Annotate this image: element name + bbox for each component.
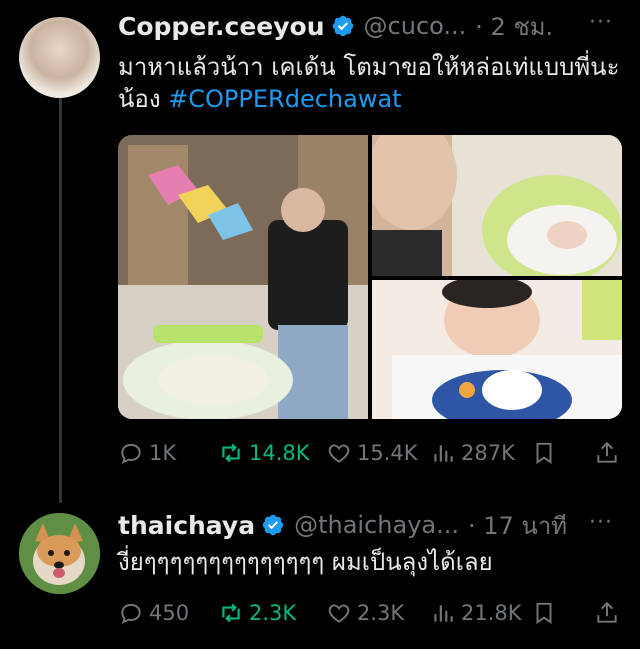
bookmark-button[interactable] xyxy=(531,600,557,626)
bookmark-icon xyxy=(536,602,552,625)
reply-time[interactable]: · 17 นาที xyxy=(468,506,567,545)
like-count: 15.4K xyxy=(357,441,418,465)
share-icon xyxy=(597,601,617,623)
reply-header: thaichaya @thaichaya... · 17 นาที xyxy=(118,509,567,541)
like-icon xyxy=(328,444,350,463)
reply-icon xyxy=(121,443,141,465)
like-button[interactable]: 2.3K xyxy=(326,600,404,626)
photo-selfie[interactable] xyxy=(372,135,622,276)
photo-baby-closeup[interactable] xyxy=(372,280,622,419)
views-icon xyxy=(434,445,453,462)
retweet-button[interactable]: 14.8K xyxy=(218,440,310,466)
reply-count: 1K xyxy=(149,441,177,465)
reply-button[interactable]: 1K xyxy=(118,440,176,466)
photo-nursery[interactable] xyxy=(118,135,368,419)
share-button[interactable] xyxy=(594,600,620,626)
views-button[interactable]: 287K xyxy=(430,440,515,466)
media-grid xyxy=(118,135,622,419)
bookmark-icon xyxy=(536,442,552,465)
bookmark-button[interactable] xyxy=(531,440,557,466)
reply-button[interactable]: 450 xyxy=(118,600,189,626)
like-icon xyxy=(328,604,350,623)
thread-connector-line xyxy=(59,98,62,503)
author-handle[interactable]: @thaichaya... xyxy=(294,511,459,539)
author-name[interactable]: thaichaya xyxy=(118,511,255,540)
share-icon xyxy=(597,441,617,463)
share-button[interactable] xyxy=(594,440,620,466)
reply-count: 450 xyxy=(149,601,190,625)
views-button[interactable]: 21.8K xyxy=(430,600,522,626)
retweet-icon xyxy=(222,443,240,463)
post-time[interactable]: · 2 ชม. xyxy=(475,7,553,46)
verified-badge-icon xyxy=(262,514,284,536)
views-icon xyxy=(434,605,453,622)
like-count: 2.3K xyxy=(357,601,405,625)
post-header: Copper.ceeyou @cuco... · 2 ชม. xyxy=(118,10,553,42)
avatar[interactable] xyxy=(19,17,100,98)
retweet-icon xyxy=(222,603,240,623)
author-handle[interactable]: @cuco... xyxy=(364,12,467,40)
views-count: 21.8K xyxy=(461,601,522,625)
author-name[interactable]: Copper.ceeyou xyxy=(118,12,325,41)
views-count: 287K xyxy=(461,441,515,465)
avatar[interactable] xyxy=(19,513,100,594)
reply-icon xyxy=(121,603,141,625)
more-icon[interactable]: ··· xyxy=(589,510,613,535)
retweet-count: 2.3K xyxy=(249,601,297,625)
retweet-count: 14.8K xyxy=(249,441,310,465)
hashtag-link[interactable]: #COPPERdechawat xyxy=(168,85,401,113)
reply-text: งี่ยๆๆๆๆๆๆๆๆๆๆๆๆๆๆ ผมเป็นลุงได้เลย xyxy=(118,548,493,576)
post-text: มาหาแล้วน้าา เคเด้น โตมาขอให้หล่อเท่แบบพ… xyxy=(118,51,628,115)
more-icon[interactable]: ··· xyxy=(589,10,613,35)
verified-badge-icon xyxy=(332,15,353,37)
like-button[interactable]: 15.4K xyxy=(326,440,418,466)
retweet-button[interactable]: 2.3K xyxy=(218,600,296,626)
